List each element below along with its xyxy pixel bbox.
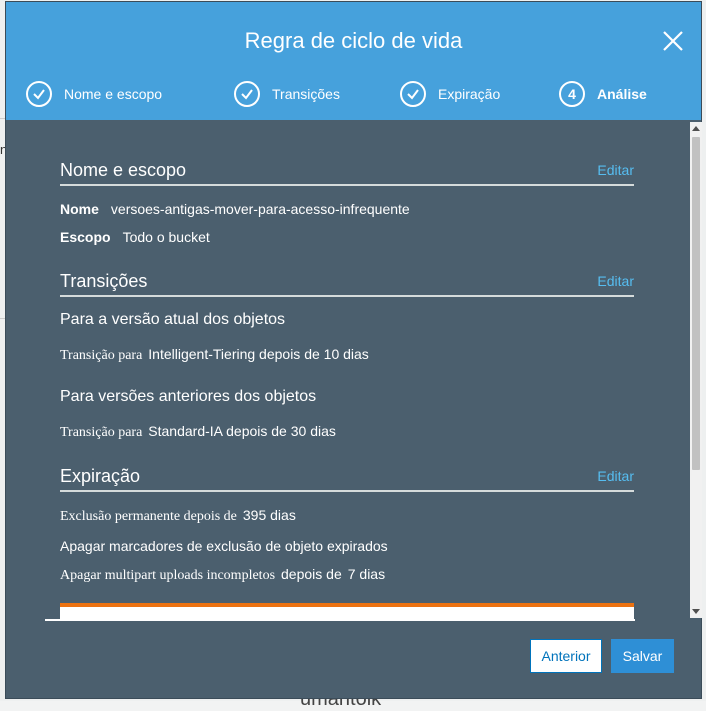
transition-prefix: Transição para [60,425,143,440]
step-expiration[interactable]: Expiração [400,80,500,108]
delete-markers-row: Apagar marcadores de exclusão de objeto … [60,538,388,554]
multipart-value: 7 dias [347,566,386,582]
edit-name-scope-link[interactable]: Editar [597,162,634,178]
section-title: Expiração [60,465,141,486]
transition-value: Standard-IA depois de 30 dias [148,423,336,439]
previous-transition-row: Transição para Standard-IA depois de 30 d… [60,423,336,441]
save-button[interactable]: Salvar [611,639,674,673]
edit-transitions-link[interactable]: Editar [597,273,634,289]
scope-value: Todo o bucket [122,229,210,245]
previous-button[interactable]: Anterior [530,639,602,673]
check-icon [26,81,52,107]
step-label: Nome e escopo [64,86,163,102]
name-row: Nome versoes-antigas-mover-para-acesso-in… [60,201,410,217]
section-title: Transições [60,270,148,291]
previous-versions-heading: Para versões anteriores dos objetos [60,388,317,405]
section-title: Nome e escopo [60,159,187,180]
transition-prefix: Transição para [60,348,143,363]
multipart-mid: depois de [281,566,342,582]
scope-row: Escopo Todo o bucket [60,229,210,245]
scroll-up-icon[interactable] [692,126,700,131]
step-label: Expiração [438,86,501,102]
section-name-scope-header: Nome e escopo Editar [60,156,634,186]
step-label: Transições [272,86,340,102]
dialog-header: Regra de ciclo de vida Nome e escopo Tra… [6,2,701,120]
content-divider [45,619,635,621]
section-transitions-header: Transições Editar [60,267,634,297]
step-number: 4 [559,81,585,107]
scroll-down-icon[interactable] [692,609,700,614]
check-icon [234,81,260,107]
check-icon [400,81,426,107]
section-expiration-header: Expiração Editar [60,462,634,492]
dialog-title: Regra de ciclo de vida [244,28,463,53]
step-transitions[interactable]: Transições [234,80,340,108]
step-name-scope[interactable]: Nome e escopo [26,80,162,108]
current-version-heading: Para a versão atual dos objetos [60,311,286,328]
close-icon[interactable] [662,30,684,52]
multipart-row: Apagar multipart uploads incompletos depo… [60,566,385,584]
edit-expiration-link[interactable]: Editar [597,468,634,484]
scope-label: Escopo [60,229,111,245]
permanent-prefix: Exclusão permanente depois de [60,509,237,524]
permanent-value: 395 dias [242,507,296,523]
permanent-deletion-row: Exclusão permanente depois de 395 dias [60,507,296,525]
step-review[interactable]: 4 Análise [559,80,647,108]
content-scrollbar[interactable] [690,122,702,618]
scroll-thumb[interactable] [692,137,700,470]
name-value: versoes-antigas-mover-para-acesso-infreq… [110,201,410,217]
lifecycle-rule-dialog: Regra de ciclo de vida Nome e escopo Tra… [5,1,702,699]
multipart-prefix: Apagar multipart uploads incompletos [60,568,276,583]
review-content: Nome e escopo Editar Nome versoes-antigas… [6,120,701,620]
current-transition-row: Transição para Intelligent-Tiering depois… [60,346,369,364]
transition-value: Intelligent-Tiering depois de 10 dias [148,346,369,362]
name-label: Nome [60,201,99,217]
step-label: Análise [597,86,647,102]
